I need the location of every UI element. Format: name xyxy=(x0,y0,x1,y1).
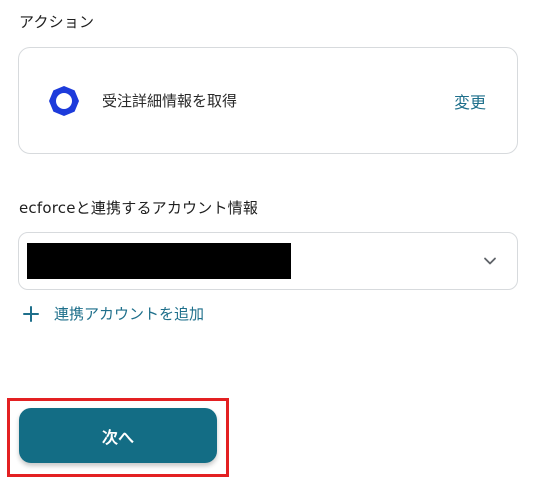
action-name: 受注詳細情報を取得 xyxy=(102,92,238,110)
action-settings-panel: アクション 受注詳細情報を取得 変更 ecforceと連携するアカウント情報 連… xyxy=(0,0,543,479)
change-action-link[interactable]: 変更 xyxy=(454,89,486,113)
action-card: 受注詳細情報を取得 変更 xyxy=(18,47,518,154)
account-section-label: ecforceと連携するアカウント情報 xyxy=(19,199,259,217)
next-button[interactable]: 次へ xyxy=(19,408,217,463)
action-section-label: アクション xyxy=(19,13,95,31)
ring-icon xyxy=(49,86,79,116)
chevron-down-icon xyxy=(484,257,496,265)
add-account-label: 連携アカウントを追加 xyxy=(54,305,205,323)
plus-icon xyxy=(23,305,39,322)
account-select[interactable] xyxy=(18,232,518,290)
add-account-button[interactable]: 連携アカウントを追加 xyxy=(22,303,204,324)
redacted-account-value xyxy=(27,243,291,279)
